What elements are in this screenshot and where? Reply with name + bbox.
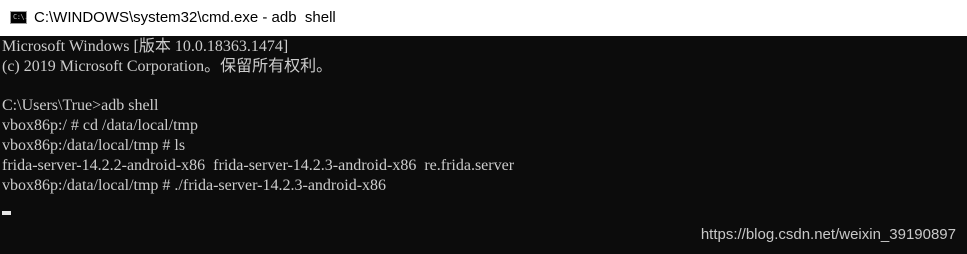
cmd-icon-glyph: C:\. <box>13 13 28 21</box>
console-area[interactable]: Microsoft Windows [版本 10.0.18363.1474] (… <box>0 36 967 254</box>
console-line: frida-server-14.2.2-android-x86 frida-se… <box>2 157 515 174</box>
title-bar[interactable]: C:\. C:\WINDOWS\system32\cmd.exe - adb s… <box>0 0 967 36</box>
cmd-window: C:\. C:\WINDOWS\system32\cmd.exe - adb s… <box>0 0 967 254</box>
text-cursor <box>2 211 11 215</box>
window-title: C:\WINDOWS\system32\cmd.exe - adb shell <box>34 9 336 26</box>
console-line: C:\Users\True>adb shell <box>2 97 159 114</box>
console-line: vbox86p:/ # cd /data/local/tmp <box>2 117 198 134</box>
watermark-url: https://blog.csdn.net/weixin_39190897 <box>700 226 956 243</box>
cmd-icon[interactable]: C:\. <box>10 11 28 24</box>
console-line: vbox86p:/data/local/tmp # ./frida-server… <box>2 177 387 194</box>
console-line: (c) 2019 Microsoft Corporation。保留所有权利。 <box>2 58 333 75</box>
console-line: Microsoft Windows [版本 10.0.18363.1474] <box>2 38 289 55</box>
console-line: vbox86p:/data/local/tmp # ls <box>2 137 186 154</box>
